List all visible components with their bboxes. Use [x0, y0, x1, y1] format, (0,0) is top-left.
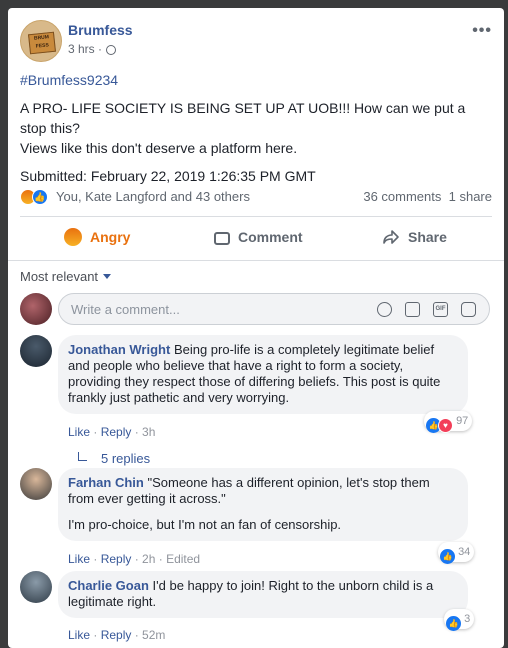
my-avatar[interactable]: [20, 293, 52, 325]
reactions-summary: 👍 You, Kate Langford and 43 others 36 co…: [20, 188, 492, 208]
shares-count[interactable]: 1 share: [449, 189, 492, 204]
angry-face-icon: [64, 228, 82, 246]
replies-label: 5 replies: [101, 451, 151, 466]
engagement-counts: 36 comments 1 share: [363, 189, 492, 204]
action-bar: Angry Comment Share: [20, 220, 492, 254]
comment-bubble: Charlie Goan I'd be happy to join! Right…: [58, 571, 468, 618]
like-link[interactable]: Like: [68, 552, 90, 566]
comment-bubble: Farhan Chin "Someone has a different opi…: [58, 468, 468, 541]
post-card: BRUM FESS Brumfess 3 hrs · ••• #Brumfess9…: [8, 8, 504, 648]
divider: [20, 216, 492, 217]
share-label: Share: [408, 229, 447, 245]
like-reaction-icon: 👍: [440, 549, 455, 564]
view-replies-link[interactable]: 5 replies: [78, 451, 150, 466]
reply-link[interactable]: Reply: [101, 425, 132, 439]
gif-icon[interactable]: GIF: [433, 302, 448, 317]
camera-icon[interactable]: [405, 302, 420, 317]
sticker-icon[interactable]: [461, 302, 476, 317]
comment-meta: Like · Reply · 2h · Edited: [68, 552, 201, 566]
reaction-count: 34: [458, 546, 471, 558]
reaction-count: 3: [464, 613, 471, 625]
sort-label: Most relevant: [20, 269, 99, 284]
meta-dot: ·: [98, 42, 103, 56]
share-button[interactable]: Share: [382, 220, 447, 254]
globe-icon: [106, 45, 117, 55]
angry-label: Angry: [90, 229, 131, 245]
comment-meta: Like · Reply · 3h: [68, 425, 156, 439]
comment-button[interactable]: Comment: [214, 220, 303, 254]
post-text-line2: Views like this don't deserve a platform…: [20, 140, 298, 156]
page-name[interactable]: Brumfess: [68, 22, 133, 38]
commenter-avatar[interactable]: [20, 468, 52, 500]
commenter-avatar[interactable]: [20, 571, 52, 603]
like-reaction-icon: 👍: [32, 188, 48, 205]
post-text-line1: A PRO- LIFE SOCIETY IS BEING SET UP AT U…: [20, 100, 466, 136]
chevron-down-icon: [103, 274, 112, 279]
emoji-icon[interactable]: [377, 302, 392, 317]
comment-reactions[interactable]: 👍 34: [438, 542, 475, 564]
comment-author[interactable]: Charlie Goan: [68, 578, 149, 593]
share-arrow-icon: [383, 230, 399, 244]
comment-reactions[interactable]: 👍 3: [444, 609, 475, 631]
comment-placeholder: Write a comment...: [71, 302, 180, 317]
reaction-names[interactable]: You, Kate Langford and 43 others: [56, 189, 250, 204]
comment-time[interactable]: 3h: [142, 425, 155, 439]
post-submitted: Submitted: February 22, 2019 1:26:35 PM …: [20, 168, 316, 184]
post-hashtag[interactable]: #Brumfess9234: [20, 70, 492, 90]
page-avatar[interactable]: BRUM FESS: [20, 20, 62, 62]
love-reaction-icon: ♥: [438, 418, 453, 433]
comment-reactions[interactable]: 👍 ♥ 97: [424, 411, 473, 433]
reply-arrow-icon: [78, 452, 87, 461]
comment-input[interactable]: Write a comment... GIF: [58, 293, 490, 325]
comment-label: Comment: [238, 229, 303, 245]
comment-text-2: I'm pro-choice, but I'm not an fan of ce…: [68, 517, 342, 532]
more-options-icon[interactable]: •••: [472, 22, 492, 40]
angry-button[interactable]: Angry: [64, 220, 130, 254]
comment-author[interactable]: Farhan Chin: [68, 475, 144, 490]
comment-time[interactable]: 2h: [142, 552, 155, 566]
page-logo: BRUM FESS: [28, 31, 56, 55]
comment-bubble-icon: [214, 232, 230, 245]
comment-bubble: Jonathan Wright Being pro-life is a comp…: [58, 335, 468, 414]
comment-author[interactable]: Jonathan Wright: [68, 342, 170, 357]
divider: [8, 260, 504, 261]
edited-label[interactable]: Edited: [166, 552, 200, 566]
reply-link[interactable]: Reply: [101, 552, 132, 566]
like-reaction-icon: 👍: [446, 616, 461, 631]
comments-count[interactable]: 36 comments: [363, 189, 441, 204]
like-link[interactable]: Like: [68, 425, 90, 439]
post-body: #Brumfess9234 A PRO- LIFE SOCIETY IS BEI…: [20, 70, 492, 186]
post-meta: 3 hrs ·: [68, 42, 117, 56]
reaction-count: 97: [456, 415, 469, 427]
commenter-avatar[interactable]: [20, 335, 52, 367]
post-header: BRUM FESS Brumfess 3 hrs · •••: [20, 20, 492, 62]
comment-sort-dropdown[interactable]: Most relevant: [20, 269, 112, 284]
post-time[interactable]: 3 hrs: [68, 42, 95, 56]
